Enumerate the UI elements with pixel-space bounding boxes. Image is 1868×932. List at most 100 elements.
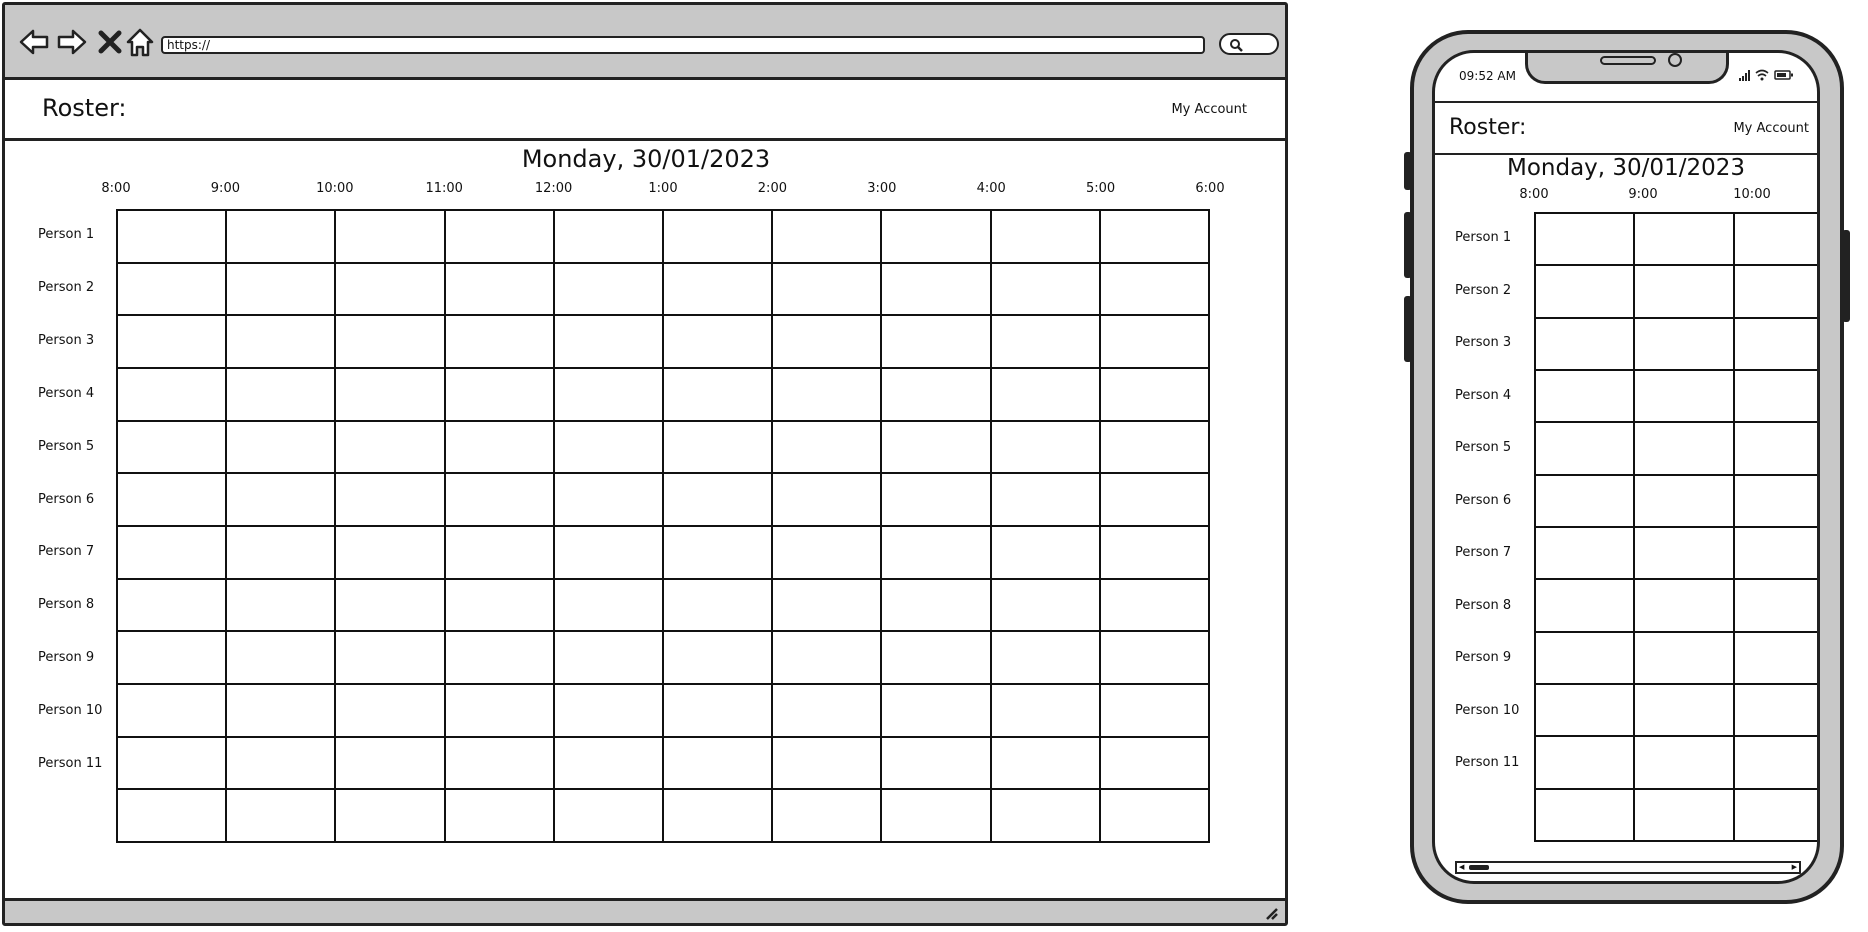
roster-cell[interactable]: [115, 682, 228, 738]
roster-cell[interactable]: [1098, 577, 1211, 633]
roster-cell[interactable]: [552, 209, 664, 264]
scroll-thumb[interactable]: [1469, 865, 1489, 870]
roster-cell[interactable]: [443, 735, 555, 791]
roster-cell[interactable]: [225, 261, 337, 317]
roster-cell[interactable]: [880, 630, 992, 685]
roster-cell[interactable]: [661, 735, 774, 791]
roster-cell[interactable]: [1732, 211, 1817, 267]
roster-cell[interactable]: [1533, 630, 1636, 685]
roster-cell[interactable]: [225, 314, 337, 369]
roster-cell[interactable]: [771, 366, 883, 422]
roster-cell[interactable]: [1533, 264, 1636, 319]
roster-cell[interactable]: [115, 788, 228, 843]
roster-cell[interactable]: [1533, 578, 1636, 633]
roster-cell[interactable]: [880, 788, 992, 843]
roster-cell[interactable]: [225, 524, 337, 580]
roster-cell[interactable]: [880, 366, 992, 422]
roster-cell[interactable]: [661, 682, 774, 738]
roster-cell[interactable]: [989, 261, 1101, 317]
roster-cell[interactable]: [989, 788, 1101, 843]
roster-cell[interactable]: [552, 735, 664, 791]
close-x-icon[interactable]: [93, 25, 127, 59]
roster-cell[interactable]: [552, 261, 664, 317]
roster-cell[interactable]: [771, 209, 883, 264]
roster-cell[interactable]: [1533, 525, 1636, 581]
roster-cell[interactable]: [552, 577, 664, 633]
roster-cell[interactable]: [880, 682, 992, 738]
roster-cell[interactable]: [1633, 211, 1735, 267]
roster-cell[interactable]: [443, 261, 555, 317]
roster-cell[interactable]: [661, 788, 774, 843]
roster-cell[interactable]: [1098, 314, 1211, 369]
roster-cell[interactable]: [225, 419, 337, 475]
roster-cell[interactable]: [334, 735, 446, 791]
roster-cell[interactable]: [771, 735, 883, 791]
roster-cell[interactable]: [1732, 735, 1817, 790]
roster-cell[interactable]: [880, 419, 992, 475]
roster-cell[interactable]: [552, 682, 664, 738]
roster-cell[interactable]: [552, 366, 664, 422]
roster-cell[interactable]: [1633, 264, 1735, 319]
roster-cell[interactable]: [661, 524, 774, 580]
roster-cell[interactable]: [880, 261, 992, 317]
roster-cell[interactable]: [771, 472, 883, 527]
roster-cell[interactable]: [1732, 368, 1817, 424]
roster-cell[interactable]: [443, 314, 555, 369]
roster-cell[interactable]: [1098, 630, 1211, 685]
roster-cell[interactable]: [1633, 473, 1735, 528]
roster-cell[interactable]: [115, 577, 228, 633]
roster-cell[interactable]: [1732, 316, 1817, 371]
roster-cell[interactable]: [115, 524, 228, 580]
roster-cell[interactable]: [989, 735, 1101, 791]
roster-cell[interactable]: [334, 682, 446, 738]
roster-cell[interactable]: [661, 472, 774, 527]
roster-cell[interactable]: [661, 261, 774, 317]
roster-cell[interactable]: [1732, 630, 1817, 685]
roster-cell[interactable]: [880, 314, 992, 369]
roster-cell[interactable]: [661, 419, 774, 475]
roster-cell[interactable]: [225, 472, 337, 527]
roster-cell[interactable]: [115, 209, 228, 264]
roster-cell[interactable]: [552, 524, 664, 580]
roster-cell[interactable]: [771, 630, 883, 685]
roster-cell[interactable]: [1533, 211, 1636, 267]
roster-cell[interactable]: [225, 630, 337, 685]
roster-cell[interactable]: [771, 682, 883, 738]
roster-cell[interactable]: [989, 682, 1101, 738]
roster-cell[interactable]: [225, 366, 337, 422]
roster-cell[interactable]: [334, 788, 446, 843]
roster-cell[interactable]: [334, 524, 446, 580]
roster-cell[interactable]: [771, 261, 883, 317]
roster-cell[interactable]: [989, 472, 1101, 527]
roster-cell[interactable]: [443, 788, 555, 843]
roster-cell[interactable]: [880, 209, 992, 264]
roster-cell[interactable]: [1533, 735, 1636, 790]
roster-cell[interactable]: [225, 682, 337, 738]
roster-cell[interactable]: [334, 472, 446, 527]
roster-cell[interactable]: [989, 209, 1101, 264]
my-account-link[interactable]: My Account: [1171, 102, 1247, 117]
browser-search-button[interactable]: [1219, 33, 1279, 55]
roster-cell[interactable]: [443, 419, 555, 475]
roster-cell[interactable]: [880, 735, 992, 791]
roster-cell[interactable]: [115, 366, 228, 422]
roster-cell[interactable]: [1633, 578, 1735, 633]
roster-cell[interactable]: [115, 419, 228, 475]
roster-cell[interactable]: [989, 630, 1101, 685]
roster-cell[interactable]: [880, 472, 992, 527]
roster-cell[interactable]: [443, 524, 555, 580]
forward-arrow-icon[interactable]: [55, 25, 89, 59]
roster-cell[interactable]: [1633, 525, 1735, 581]
scroll-left-icon[interactable]: ◀: [1459, 864, 1464, 871]
roster-cell[interactable]: [880, 524, 992, 580]
roster-cell[interactable]: [661, 209, 774, 264]
roster-cell[interactable]: [1098, 524, 1211, 580]
roster-cell[interactable]: [225, 577, 337, 633]
roster-cell[interactable]: [771, 577, 883, 633]
roster-cell[interactable]: [1533, 682, 1636, 738]
roster-cell[interactable]: [334, 209, 446, 264]
roster-cell[interactable]: [1533, 473, 1636, 528]
roster-cell[interactable]: [1633, 682, 1735, 738]
roster-cell[interactable]: [334, 314, 446, 369]
roster-cell[interactable]: [1732, 525, 1817, 581]
